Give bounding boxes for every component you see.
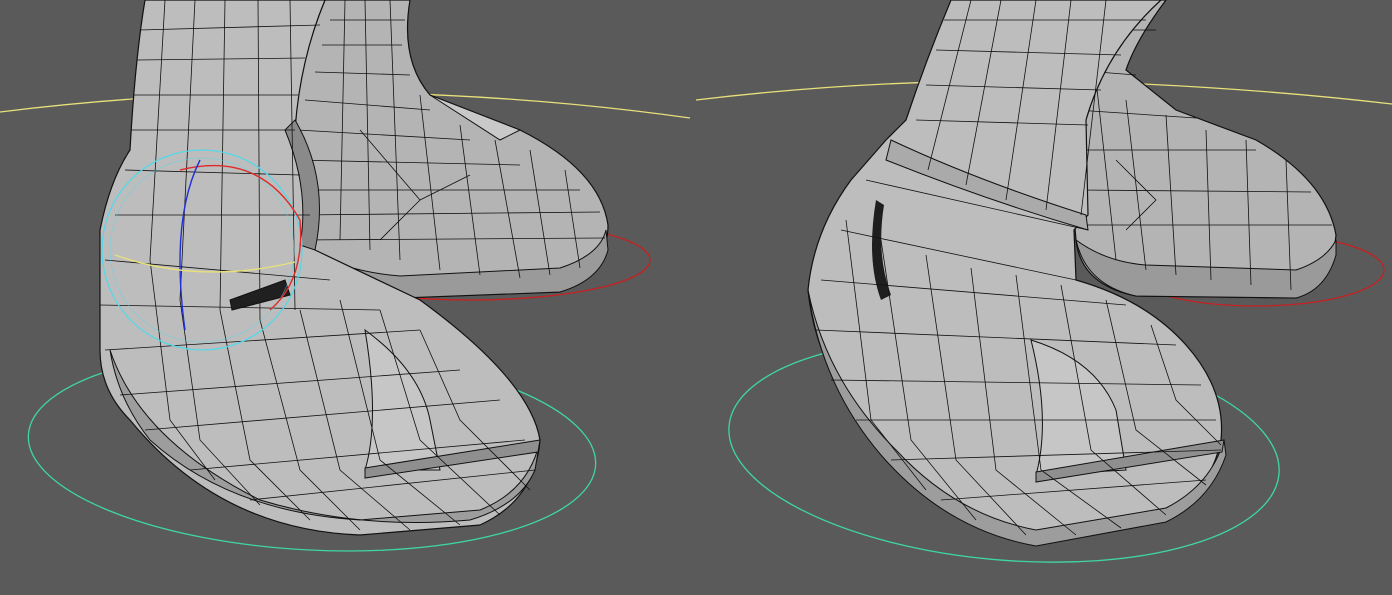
viewport-left[interactable] bbox=[0, 0, 696, 595]
viewport-right-canvas[interactable] bbox=[696, 0, 1392, 595]
viewport-left-canvas[interactable] bbox=[0, 0, 696, 595]
viewport-right[interactable] bbox=[696, 0, 1392, 595]
back-leg-mesh[interactable] bbox=[289, 0, 609, 299]
